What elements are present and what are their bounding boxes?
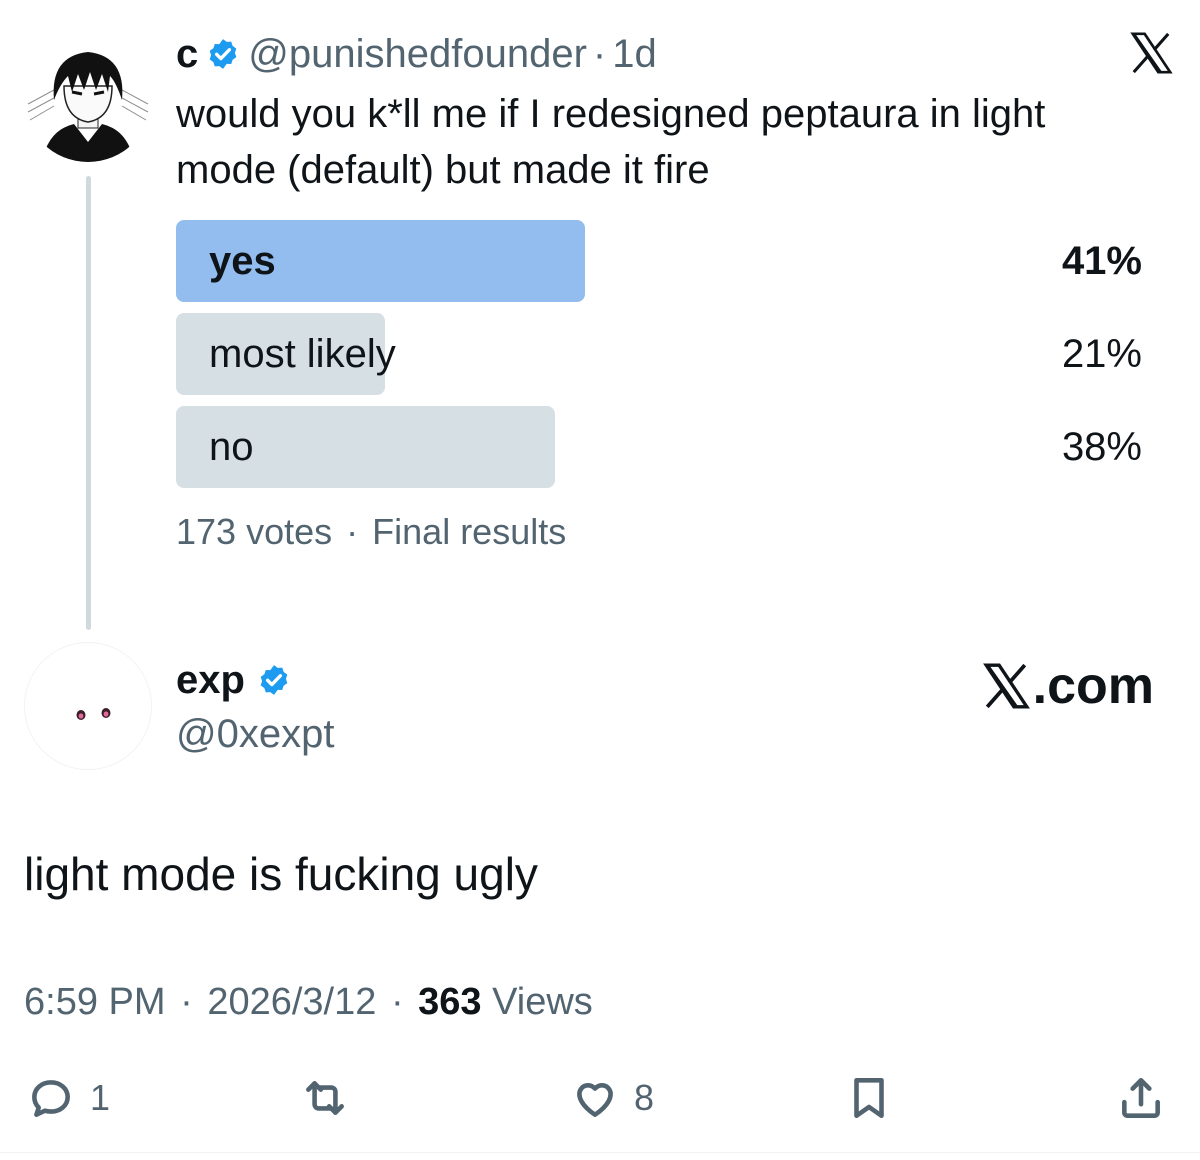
poll-summary: 173 votes · Final results <box>176 508 566 556</box>
poll-option-most-likely: most likely 21% <box>176 313 1142 395</box>
retweet-icon <box>306 1081 344 1115</box>
x-logo-icon <box>982 663 1030 709</box>
like-button[interactable]: 8 <box>570 1066 654 1130</box>
separator-dot: · <box>346 511 359 552</box>
handle[interactable]: @punishedfounder <box>248 32 587 77</box>
tweet-date[interactable]: 2026/3/12 <box>207 981 376 1023</box>
thread-connector-line <box>86 176 91 630</box>
separator-dot: · <box>390 981 404 1023</box>
poll-option-percent: 38% <box>1061 425 1142 469</box>
separator-dot: · <box>592 31 607 76</box>
x-logo-icon <box>1130 32 1173 74</box>
brand-domain: .com <box>1032 657 1154 715</box>
views-count[interactable]: 363 <box>418 981 481 1023</box>
separator-dot: · <box>180 981 193 1023</box>
tweet-detail-page: c @punishedfounder · 1d would you k*ll m… <box>0 0 1200 1160</box>
manga-character-avatar-image <box>24 34 152 162</box>
poll-option-yes: yes 41% <box>176 220 1142 302</box>
poll-option-percent: 41% <box>1061 239 1142 283</box>
divider <box>0 1152 1200 1153</box>
main-tweet-author: exp <box>176 654 299 706</box>
poll-status: Final results <box>372 511 567 552</box>
tweet-action-bar: 1 8 <box>0 1066 1200 1130</box>
views-label: Views <box>492 981 593 1023</box>
share-button[interactable] <box>1116 1066 1166 1130</box>
bookmark-button[interactable] <box>844 1066 894 1130</box>
poll-option-label: most likely <box>209 332 396 376</box>
timestamp[interactable]: 1d <box>612 32 657 77</box>
x-com-branding: .com <box>981 654 1154 718</box>
verified-badge-icon[interactable] <box>257 663 291 697</box>
tweet-metadata: 6:59 PM · 2026/3/12 · 363 Views <box>24 976 593 1028</box>
poll-option-no: no 38% <box>176 406 1142 488</box>
display-name[interactable]: exp <box>176 658 245 703</box>
handle[interactable]: @0xexpt <box>176 708 334 760</box>
reply-count: 1 <box>90 1077 111 1118</box>
tweet-time[interactable]: 6:59 PM <box>24 981 166 1023</box>
reply-button[interactable]: 1 <box>26 1066 110 1130</box>
parent-tweet-header: c @punishedfounder · 1d <box>176 28 657 80</box>
poll-option-percent: 21% <box>1061 332 1142 376</box>
poll-option-label: no <box>209 425 254 469</box>
heart-icon <box>577 1083 613 1117</box>
poll-vote-count: 173 votes <box>176 511 333 552</box>
main-tweet-text: light mode is fucking ugly <box>24 848 538 900</box>
like-count: 8 <box>634 1077 655 1118</box>
avatar[interactable] <box>24 642 152 770</box>
parent-tweet-text: would you k*ll me if I redesigned peptau… <box>176 92 1046 192</box>
bookmark-icon <box>854 1078 884 1118</box>
reply-icon <box>32 1080 70 1117</box>
eyes-avatar-image <box>25 643 151 769</box>
avatar[interactable] <box>24 34 152 162</box>
verified-badge-icon[interactable] <box>206 37 240 71</box>
retweet-button[interactable] <box>300 1066 350 1130</box>
poll-option-label: yes <box>209 239 276 283</box>
display-name[interactable]: c <box>176 32 198 77</box>
share-icon <box>1122 1078 1160 1118</box>
